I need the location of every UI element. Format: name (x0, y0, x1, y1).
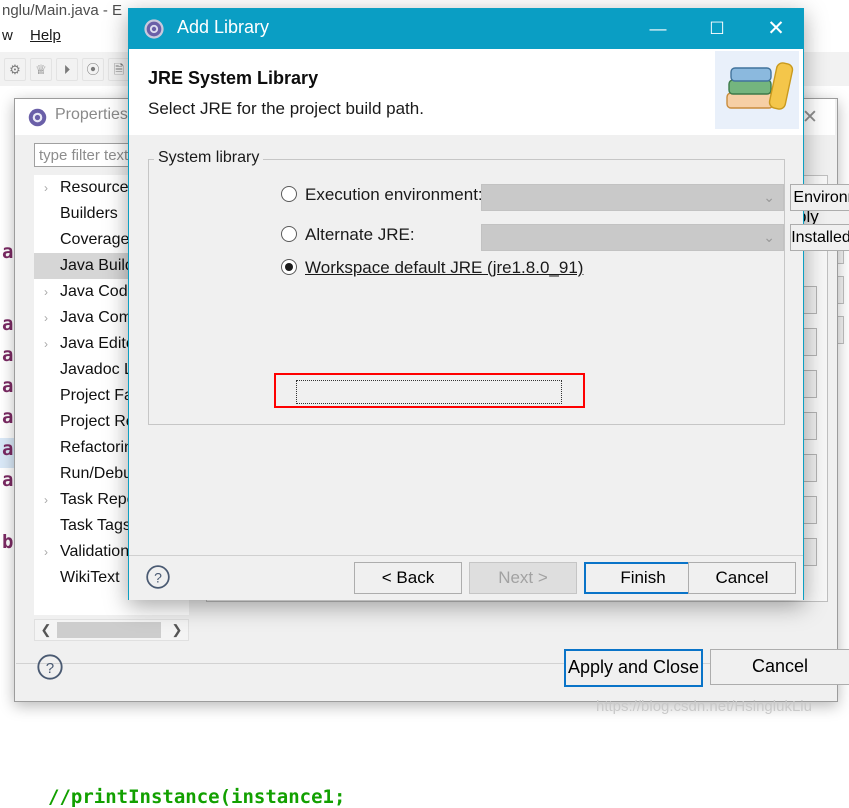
gear-icon (28, 108, 47, 127)
radio-button[interactable] (281, 259, 297, 275)
tree-item-label: Resource (60, 179, 129, 196)
add-library-dialog: Add Library — ☐ ✕ JRE System Library Sel… (128, 8, 849, 600)
properties-cancel-button[interactable]: Cancel (710, 649, 849, 685)
gear-icon (144, 19, 164, 39)
code-fragment: b (2, 531, 14, 553)
radio-alternate-jre[interactable]: Alternate JRE: (281, 220, 491, 250)
button-label: Installed JREs... (791, 229, 849, 246)
coverage-icon[interactable]: ⦿ (82, 58, 104, 81)
code-fragment: a (2, 438, 14, 460)
wizard-header: JRE System Library Select JRE for the pr… (129, 49, 803, 136)
code-fragment: a (2, 241, 14, 263)
back-button[interactable]: < Back (354, 562, 462, 594)
tree-item-label: Task Tags (60, 517, 131, 534)
environments-button[interactable]: Environments... (790, 184, 849, 211)
chevron-left-icon[interactable]: ❮ (38, 621, 54, 639)
minimize-icon[interactable]: — (629, 9, 687, 49)
code-fragment: a (2, 469, 14, 491)
code-fragment: a (2, 406, 14, 428)
next-button: Next > (469, 562, 577, 594)
debug-icon[interactable]: ⚙ (4, 58, 26, 81)
highlight-annotation (274, 373, 585, 408)
radio-workspace-default-jre[interactable]: Workspace default JRE (jre1.8.0_91) (281, 253, 584, 283)
apply-and-close-button[interactable]: Apply and Close (564, 649, 703, 687)
wizard-body: System library Execution environment: ⌄ … (129, 135, 849, 555)
group-label: System library (154, 149, 264, 167)
chevron-right-icon: › (44, 337, 48, 351)
run-icon[interactable]: ⏵ (56, 58, 78, 81)
cancel-button[interactable]: Cancel (688, 562, 796, 594)
alternate-jre-combo[interactable]: ⌄ (481, 224, 784, 251)
radio-button[interactable] (281, 226, 297, 242)
maximize-icon[interactable]: ☐ (688, 9, 746, 49)
finish-button[interactable]: Finish (584, 562, 702, 594)
button-label: Environments... (793, 189, 849, 206)
menu-item-help[interactable]: Help (30, 22, 61, 50)
code-fragment: a (2, 313, 14, 335)
radio-button[interactable] (281, 186, 297, 202)
radio-label: Execution environment: (305, 185, 483, 204)
scrollbar-thumb[interactable] (57, 622, 161, 638)
menu-item-window[interactable]: w (2, 22, 13, 50)
chevron-right-icon: › (44, 181, 48, 195)
close-icon[interactable]: ✕ (747, 9, 805, 49)
chevron-right-icon: › (44, 285, 48, 299)
chevron-right-icon: › (44, 545, 48, 559)
tree-horizontal-scrollbar[interactable]: ❮ ❯ (34, 619, 189, 641)
svg-text:?: ? (46, 660, 54, 677)
new-file-icon[interactable]: 🗎 (108, 58, 130, 81)
radio-label: Alternate JRE: (305, 225, 415, 244)
chevron-right-icon: › (44, 311, 48, 325)
wizard-heading: JRE System Library (148, 68, 319, 88)
focus-outline (296, 380, 562, 404)
radio-label: Workspace default JRE (jre1.8.0_91) (305, 258, 584, 277)
wizard-footer: ? < Back Next > Finish Cancel (129, 556, 803, 600)
group-border-right (257, 159, 785, 160)
tree-item-label: Builders (60, 205, 118, 222)
help-icon[interactable]: ? (36, 653, 64, 681)
wizard-title-text: Add Library (177, 17, 270, 37)
help-icon[interactable]: ? (145, 564, 171, 590)
code-fragment: a (2, 344, 14, 366)
properties-title-text: Properties f (55, 106, 137, 123)
code-comment-line: //printInstance(instance1; (48, 786, 346, 808)
installed-jres-button[interactable]: Installed JREs... (790, 224, 849, 251)
watermark-text: https://blog.csdn.net/HsinglukLiu (596, 698, 812, 715)
properties-footer: ? Apply and Close Cancel (16, 649, 849, 700)
tree-item-label: WikiText (60, 569, 120, 586)
wizard-title-bar: Add Library — ☐ ✕ (129, 9, 803, 49)
chevron-right-icon[interactable]: ❯ (169, 621, 185, 639)
chevron-right-icon: › (44, 493, 48, 507)
radio-execution-environment[interactable]: Execution environment: (281, 180, 491, 210)
ide-window-title: nglu/Main.java - E (2, 2, 123, 19)
code-fragment: a (2, 375, 14, 397)
wizard-subheading: Select JRE for the project build path. (148, 99, 424, 118)
execution-environment-combo[interactable]: ⌄ (481, 184, 784, 211)
profile-icon[interactable]: ♕ (30, 58, 52, 81)
chevron-down-icon: ⌄ (763, 189, 775, 205)
books-stack-icon (715, 51, 799, 129)
tree-item-label: Coverage (60, 231, 130, 248)
chevron-down-icon: ⌄ (763, 229, 775, 245)
svg-text:?: ? (154, 569, 162, 585)
tree-item-label: Validation (60, 543, 130, 560)
